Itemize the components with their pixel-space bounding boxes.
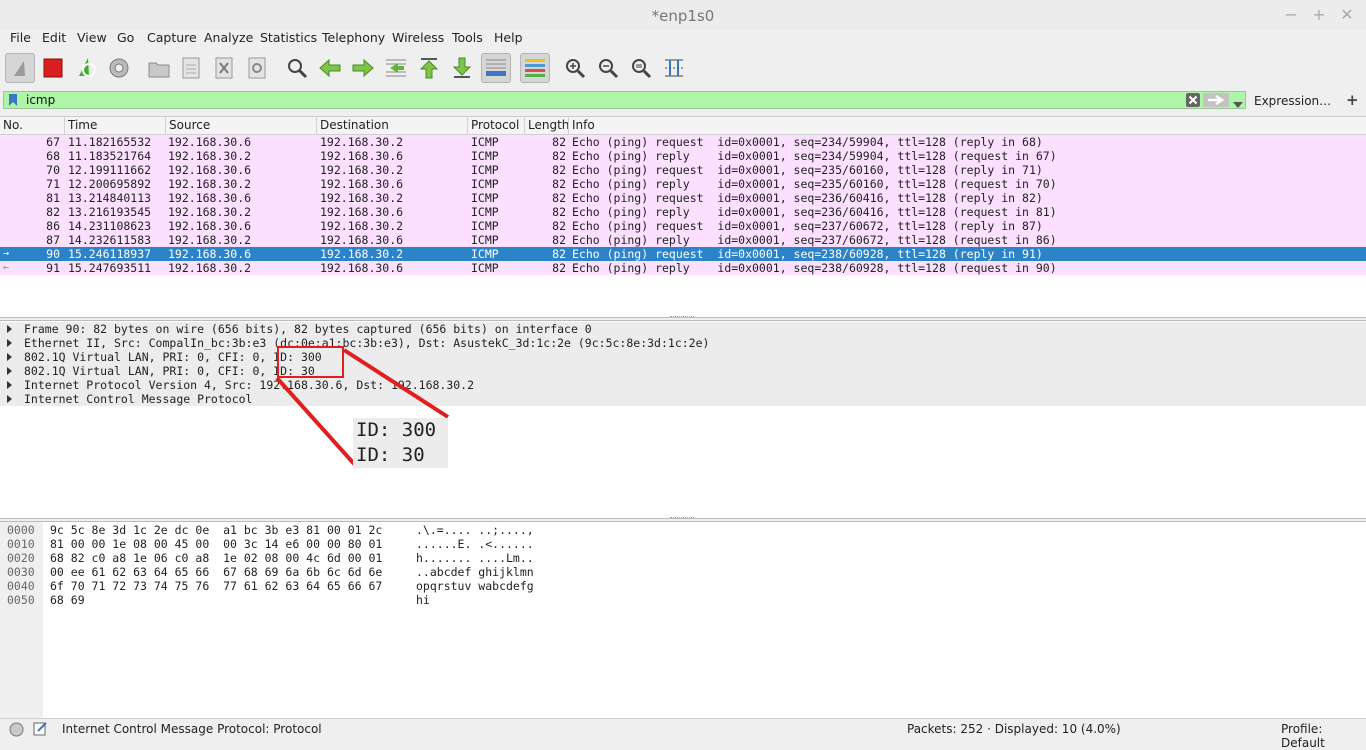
expert-info-icon[interactable] — [9, 722, 24, 740]
status-field-info: Internet Control Message Protocol: Proto… — [62, 722, 322, 736]
status-profile[interactable]: Profile: Default — [1281, 722, 1366, 750]
packet-bytes: 0000 9c 5c 8e 3d 1c 2e dc 0e a1 bc 3b e3 … — [0, 521, 1366, 718]
ascii-bytes[interactable]: ..abcdef ghijklmn — [416, 565, 534, 579]
zoom-line-1: ID: 300 — [356, 419, 437, 441]
hex-bytes[interactable]: 81 00 00 1e 08 00 45 00 00 3c 14 e6 00 0… — [50, 537, 382, 551]
ascii-bytes[interactable]: hi — [416, 593, 430, 607]
byte-offset: 0020 — [7, 551, 35, 565]
status-packets: Packets: 252 · Displayed: 10 (4.0%) — [907, 722, 1121, 736]
byte-offset: 0030 — [7, 565, 35, 579]
status-bar: Internet Control Message Protocol: Proto… — [0, 718, 1366, 750]
capture-comment-icon[interactable] — [33, 721, 48, 739]
byte-offset: 0000 — [7, 523, 35, 537]
byte-offset: 0050 — [7, 593, 35, 607]
byte-offset: 0010 — [7, 537, 35, 551]
hex-bytes[interactable]: 68 82 c0 a8 1e 06 c0 a8 1e 02 08 00 4c 6… — [50, 551, 382, 565]
byte-offset: 0040 — [7, 579, 35, 593]
ascii-bytes[interactable]: ......E. .<...... — [416, 537, 534, 551]
hex-bytes[interactable]: 9c 5c 8e 3d 1c 2e dc 0e a1 bc 3b e3 81 0… — [50, 523, 382, 537]
annotation-zoom-inset: ID: 300 ID: 30 — [353, 418, 448, 468]
zoom-line-2: ID: 30 — [356, 444, 425, 466]
ascii-bytes[interactable]: .\.=.... ..;...., — [416, 523, 534, 537]
hex-bytes[interactable]: 6f 70 71 72 73 74 75 76 77 61 62 63 64 6… — [50, 579, 382, 593]
hex-bytes[interactable]: 68 69 — [50, 593, 85, 607]
hex-bytes[interactable]: 00 ee 61 62 63 64 65 66 67 68 69 6a 6b 6… — [50, 565, 382, 579]
ascii-bytes[interactable]: opqrstuv wabcdefg — [416, 579, 534, 593]
ascii-bytes[interactable]: h....... ....Lm.. — [416, 551, 534, 565]
